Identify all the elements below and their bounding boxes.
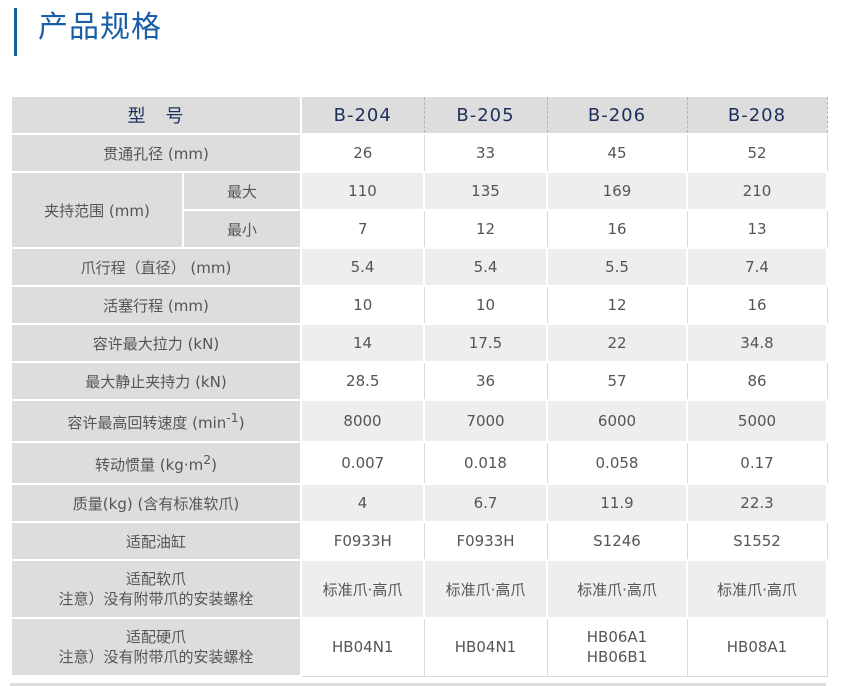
table-cell: S1552: [686, 521, 828, 561]
table-row: 适配硬爪 注意）没有附带爪的安装螺栓 HB04N1 HB04N1 HB06A1 …: [10, 617, 828, 677]
table-row: 容许最大拉力 (kN) 14 17.5 22 34.8: [10, 323, 828, 363]
table-cell: HB04N1: [300, 617, 425, 677]
table-cell: 7000: [423, 399, 548, 443]
table-row: 转动惯量 (kg·m2) 0.007 0.018 0.058 0.17: [10, 441, 828, 485]
table-cell: 52: [686, 133, 828, 173]
table-cell: 14: [300, 323, 425, 363]
table-cell: HB06A1 HB06B1: [546, 617, 688, 677]
table-cell: 7: [300, 209, 425, 249]
table-cell: 0.058: [546, 441, 688, 485]
row-label: 质量(kg) (含有标准软爪): [10, 483, 302, 523]
table-cell: F0933H: [300, 521, 425, 561]
cell-line1: HB06A1: [586, 628, 648, 647]
row-label-text: 转动惯量 (kg·m: [94, 455, 204, 474]
table-cell: 10: [423, 285, 548, 325]
table-cell: 0.007: [300, 441, 425, 485]
spec-table: 型 号 B-204 B-205 B-206 B-208 贯通孔径 (mm) 26…: [10, 95, 828, 677]
table-cell: HB08A1: [686, 617, 828, 677]
table-cell: 22.3: [686, 483, 828, 523]
row-label: 最大静止夹持力 (kN): [10, 361, 302, 401]
row-label: 转动惯量 (kg·m2): [10, 441, 302, 485]
table-cell: 45: [546, 133, 688, 173]
row-label-tail: ): [211, 455, 218, 474]
table-cell: 10: [300, 285, 425, 325]
row-label: 容许最大拉力 (kN): [10, 323, 302, 363]
row-label: 贯通孔径 (mm): [10, 133, 302, 173]
table-cell: 22: [546, 323, 688, 363]
table-cell: 4: [300, 483, 425, 523]
table-cell: 7.4: [686, 247, 828, 287]
table-cell: 6000: [546, 399, 688, 443]
row-label-line1: 适配硬爪: [125, 628, 186, 646]
table-row: 最大静止夹持力 (kN) 28.5 36 57 86: [10, 361, 828, 401]
row-label-superscript: -1: [226, 409, 239, 425]
table-cell: 16: [546, 209, 688, 249]
table-cell: 34.8: [686, 323, 828, 363]
table-cell: 16: [686, 285, 828, 325]
row-label: 夹持范围 (mm): [10, 171, 184, 249]
table-row: 夹持范围 (mm) 最大 110 135 169 210: [10, 171, 828, 249]
row-label: 适配油缸: [10, 521, 302, 561]
row-label-line1: 适配软爪: [125, 570, 186, 588]
table-row: 质量(kg) (含有标准软爪) 4 6.7 11.9 22.3: [10, 483, 828, 523]
header-label: 型 号: [10, 95, 302, 135]
table-cell: 86: [686, 361, 828, 401]
table-cell: 8000: [300, 399, 425, 443]
row-label: 容许最高回转速度 (min-1): [10, 399, 302, 443]
table-cell: 标准爪·高爪: [686, 559, 828, 619]
table-row: 爪行程（直径） (mm) 5.4 5.4 5.5 7.4: [10, 247, 828, 287]
table-row: 适配油缸 F0933H F0933H S1246 S1552: [10, 521, 828, 561]
table-cell: 17.5: [423, 323, 548, 363]
table-row: 活塞行程 (mm) 10 10 12 16: [10, 285, 828, 325]
table-cell: S1246: [546, 521, 688, 561]
sub-row-label: 最大: [182, 171, 302, 211]
table-cell: 33: [423, 133, 548, 173]
table-cell: HB04N1: [423, 617, 548, 677]
table-cell: 57: [546, 361, 688, 401]
table-cell: 5.5: [546, 247, 688, 287]
table-cell: 标准爪·高爪: [423, 559, 548, 619]
page-title: 产品规格: [38, 10, 162, 45]
row-label-note: 注意）没有附带爪的安装螺栓: [58, 648, 254, 666]
table-cell: 13: [686, 209, 828, 249]
sub-row-label: 最小: [182, 209, 302, 249]
table-cell: 12: [546, 285, 688, 325]
table-cell: 36: [423, 361, 548, 401]
table-cell: 135: [423, 171, 548, 211]
table-cell: 5000: [686, 399, 828, 443]
table-cell: 12: [423, 209, 548, 249]
row-label-text: 容许最高回转速度 (min: [67, 413, 227, 432]
row-label: 爪行程（直径） (mm): [10, 247, 302, 287]
row-label-note: 注意）没有附带爪的安装螺栓: [58, 590, 254, 608]
header-row: 型 号 B-204 B-205 B-206 B-208: [10, 95, 828, 135]
row-label-tail: ): [238, 413, 245, 432]
row-label: 适配硬爪 注意）没有附带爪的安装螺栓: [10, 617, 302, 677]
cell-line2: HB06B1: [586, 648, 648, 667]
table-row: 容许最高回转速度 (min-1) 8000 7000 6000 5000: [10, 399, 828, 443]
table-cell: 169: [546, 171, 688, 211]
table-cell: 6.7: [423, 483, 548, 523]
title-accent-bar: [14, 8, 17, 56]
table-cell: 5.4: [423, 247, 548, 287]
table-cell: 210: [686, 171, 828, 211]
table-cell: 标准爪·高爪: [546, 559, 688, 619]
table-cell: 5.4: [300, 247, 425, 287]
table-cell: 28.5: [300, 361, 425, 401]
table-cell: 0.17: [686, 441, 828, 485]
model-header: B-204: [300, 95, 425, 135]
model-header: B-208: [686, 95, 828, 135]
table-row: 贯通孔径 (mm) 26 33 45 52: [10, 133, 828, 173]
table-cell: 11.9: [546, 483, 688, 523]
table-cell: 26: [300, 133, 425, 173]
row-label: 活塞行程 (mm): [10, 285, 302, 325]
table-cell: 标准爪·高爪: [300, 559, 425, 619]
row-label: 适配软爪 注意）没有附带爪的安装螺栓: [10, 559, 302, 619]
row-label-superscript: 2: [203, 451, 212, 467]
table-cell: 110: [300, 171, 425, 211]
model-header: B-206: [546, 95, 688, 135]
model-header: B-205: [423, 95, 548, 135]
table-cell: F0933H: [423, 521, 548, 561]
table-cell: 0.018: [423, 441, 548, 485]
table-row: 适配软爪 注意）没有附带爪的安装螺栓 标准爪·高爪 标准爪·高爪 标准爪·高爪 …: [10, 559, 828, 619]
